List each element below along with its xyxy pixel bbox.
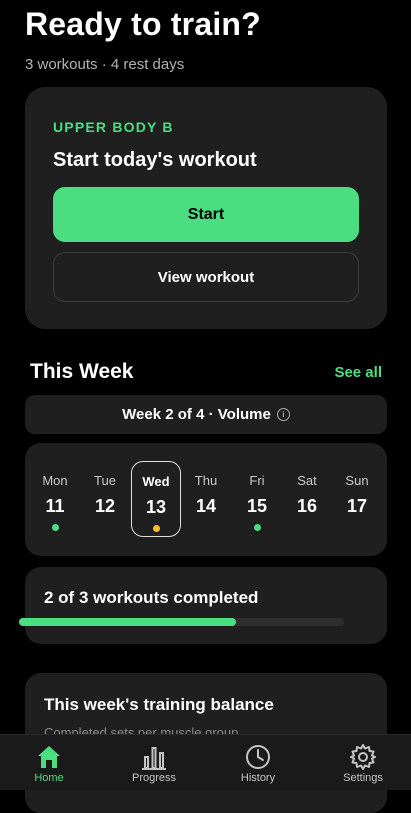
day-number: 16	[296, 496, 318, 516]
nav-progress[interactable]: Progress	[113, 735, 195, 790]
view-workout-button[interactable]: View workout	[53, 252, 359, 302]
nav-settings-label: Settings	[343, 772, 383, 784]
day-number: 13	[145, 497, 167, 517]
this-week-title: This Week	[30, 360, 134, 383]
week-indicator[interactable]: Week 2 of 4 · Volume i	[25, 395, 387, 434]
progress-text: 2 of 3 workouts completed	[44, 588, 259, 607]
home-icon	[38, 746, 60, 768]
day-status-dot	[51, 524, 59, 531]
weekly-progress-card: 2 of 3 workouts completed	[25, 567, 387, 644]
day-sat[interactable]: Sat 16	[282, 461, 332, 537]
day-name: Thu	[194, 473, 218, 488]
bottom-navigation: Home Progress History Settings	[0, 734, 411, 790]
day-status-dot	[253, 524, 261, 531]
week-indicator-label: Week 2 of 4 · Volume	[122, 406, 271, 423]
nav-history-label: History	[240, 772, 276, 784]
day-name: Tue	[94, 473, 116, 488]
bar-chart-icon	[142, 747, 166, 770]
day-name: Sun	[345, 473, 369, 488]
info-icon[interactable]: i	[276, 408, 290, 421]
week-day-selector: Mon 11 Tue 12 Wed 13 Thu 14 Fri 15 Sat 16 Sun 17	[25, 443, 387, 556]
progress-bar-fill	[19, 618, 236, 626]
day-name: Wed	[142, 474, 170, 489]
nav-home[interactable]: Home	[8, 735, 90, 790]
start-button[interactable]: Start	[53, 187, 359, 242]
nav-history[interactable]: History	[217, 735, 299, 790]
day-number: 14	[195, 496, 217, 516]
day-number: 17	[346, 496, 368, 516]
day-name: Fri	[249, 473, 265, 488]
day-number: 15	[246, 496, 268, 516]
progress-bar	[19, 618, 344, 626]
day-status-dot	[152, 525, 160, 532]
day-number: 12	[94, 496, 116, 516]
day-tue[interactable]: Tue 12	[80, 461, 130, 537]
day-fri[interactable]: Fri 15	[232, 461, 282, 537]
nav-settings[interactable]: Settings	[322, 735, 404, 790]
page-title: Ready to train?	[25, 6, 261, 42]
day-mon[interactable]: Mon 11	[30, 461, 80, 537]
day-name: Sat	[297, 473, 317, 488]
day-name: Mon	[42, 473, 68, 488]
day-wed[interactable]: Wed 13	[131, 461, 181, 537]
day-number: 11	[45, 496, 65, 516]
nav-home-label: Home	[34, 772, 64, 784]
day-thu[interactable]: Thu 14	[181, 461, 231, 537]
today-workout-heading: Start today's workout	[53, 149, 257, 171]
see-all-link[interactable]: See all	[334, 364, 382, 381]
workout-name-tag: UPPER BODY B	[53, 119, 174, 135]
page-header: Ready to train?	[25, 6, 261, 43]
clock-icon	[246, 745, 270, 769]
nav-progress-label: Progress	[131, 772, 177, 784]
page-subtitle: 3 workouts · 4 rest days	[25, 56, 185, 73]
gear-icon	[350, 744, 376, 770]
day-sun[interactable]: Sun 17	[332, 461, 382, 537]
training-balance-title: This week's training balance	[44, 695, 274, 714]
today-workout-card: UPPER BODY B Start today's workout Start…	[25, 87, 387, 329]
